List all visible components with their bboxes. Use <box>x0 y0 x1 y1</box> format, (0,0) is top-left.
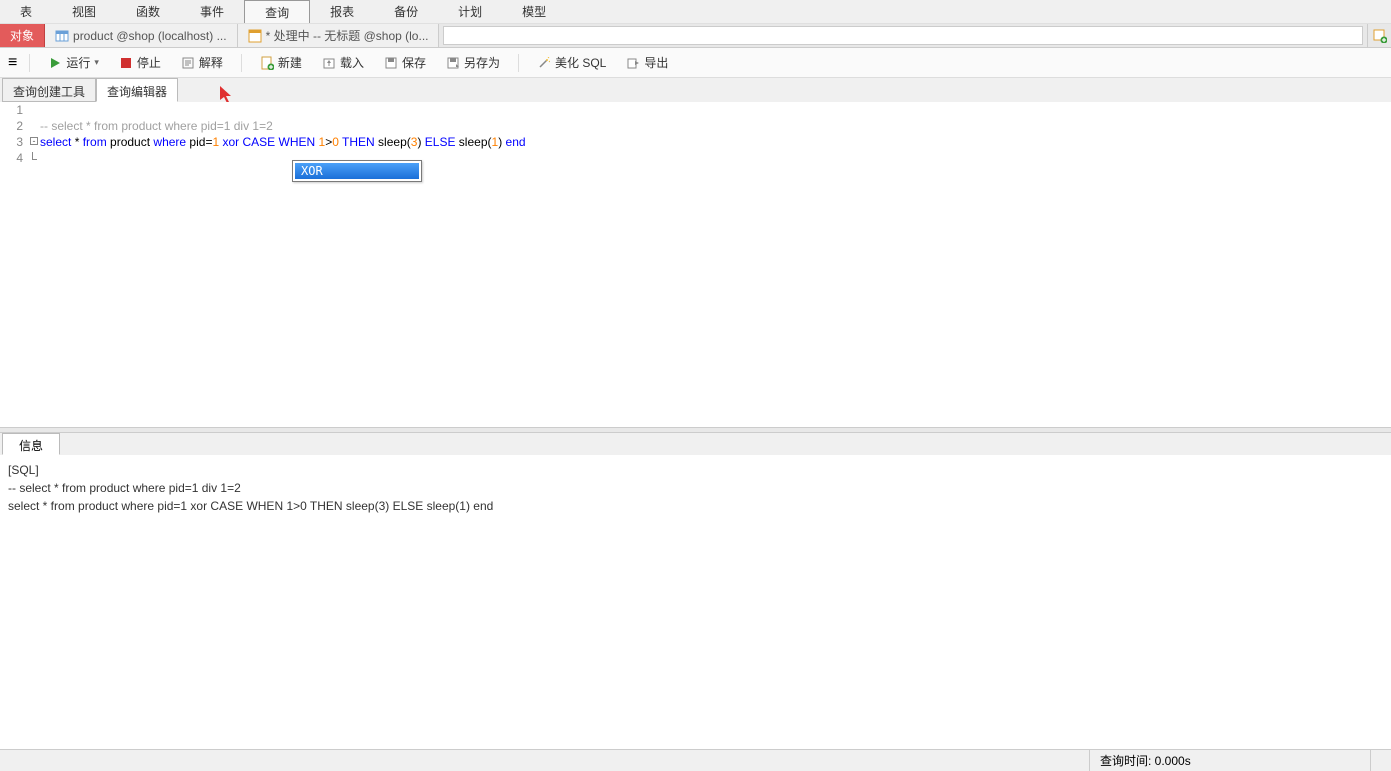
tab-product-label: product @shop (localhost) ... <box>73 29 227 43</box>
line-number: 2 <box>0 118 23 134</box>
tab-objects[interactable]: 对象 <box>0 24 45 47</box>
menu-item-query[interactable]: 查询 <box>244 0 310 23</box>
plus-icon <box>1373 29 1387 43</box>
save-as-label: 另存为 <box>464 54 500 71</box>
beautify-label: 美化 SQL <box>555 54 606 71</box>
tab-query-editor[interactable]: 查询编辑器 <box>96 78 178 102</box>
editor-tabs: 查询创建工具 查询编辑器 <box>0 78 1391 102</box>
code-line: -- select * from product where pid=1 div… <box>40 118 1391 134</box>
info-line: -- select * from product where pid=1 div… <box>8 479 1383 497</box>
info-line: select * from product where pid=1 xor CA… <box>8 497 1383 515</box>
code-line: select * from product where pid=1 xor CA… <box>40 134 1391 150</box>
tab-info[interactable]: 信息 <box>2 433 60 455</box>
main-menu-bar: 表 视图 函数 事件 查询 报表 备份 计划 模型 <box>0 0 1391 24</box>
line-gutter: 1 2 3 4 <box>0 102 30 427</box>
tab-product[interactable]: product @shop (localhost) ... <box>45 24 238 47</box>
stop-button[interactable]: 停止 <box>113 52 167 73</box>
save-button[interactable]: 保存 <box>378 52 432 73</box>
new-label: 新建 <box>278 54 302 71</box>
tab-untitled-label: * 处理中 -- 无标题 @shop (lo... <box>266 27 429 44</box>
tab-untitled-query[interactable]: * 处理中 -- 无标题 @shop (lo... <box>238 24 440 47</box>
stop-icon <box>119 56 133 70</box>
tab-query-builder[interactable]: 查询创建工具 <box>2 78 96 102</box>
code-content[interactable]: -- select * from product where pid=1 div… <box>38 102 1391 427</box>
info-panel: [SQL] -- select * from product where pid… <box>0 455 1391 749</box>
autocomplete-popup[interactable]: XOR <box>292 160 422 182</box>
table-icon <box>55 29 69 43</box>
hamburger-icon[interactable]: ≡ <box>8 54 17 72</box>
tab-objects-label: 对象 <box>10 27 34 44</box>
run-label: 运行 <box>66 54 90 71</box>
fold-toggle-icon[interactable]: - <box>30 137 38 145</box>
export-label: 导出 <box>644 54 668 71</box>
load-label: 载入 <box>340 54 364 71</box>
play-icon <box>48 56 62 70</box>
save-as-icon <box>446 56 460 70</box>
beautify-button[interactable]: 美化 SQL <box>531 52 612 73</box>
load-icon <box>322 56 336 70</box>
code-line <box>40 150 1391 166</box>
toolbar: ≡ 运行 ▾ 停止 解释 新建 载入 保存 另存为 美化 SQL 导出 <box>0 48 1391 78</box>
menu-item-schedule[interactable]: 计划 <box>438 0 502 23</box>
menu-item-model[interactable]: 模型 <box>502 0 566 23</box>
menu-item-function[interactable]: 函数 <box>116 0 180 23</box>
code-line <box>40 102 1391 118</box>
explain-label: 解释 <box>199 54 223 71</box>
explain-button[interactable]: 解释 <box>175 52 229 73</box>
toolbar-separator <box>29 54 30 72</box>
load-button[interactable]: 载入 <box>316 52 370 73</box>
menu-item-backup[interactable]: 备份 <box>374 0 438 23</box>
fold-end-icon <box>32 152 37 160</box>
save-as-button[interactable]: 另存为 <box>440 52 506 73</box>
address-bar[interactable] <box>443 26 1363 45</box>
save-label: 保存 <box>402 54 426 71</box>
status-bar: 查询时间: 0.000s <box>0 749 1391 771</box>
menu-item-table[interactable]: 表 <box>0 0 52 23</box>
toolbar-separator <box>241 54 242 72</box>
line-number: 1 <box>0 102 23 118</box>
toolbar-separator <box>518 54 519 72</box>
new-tab-button[interactable] <box>1367 24 1391 47</box>
autocomplete-item[interactable]: XOR <box>295 163 419 179</box>
menu-item-view[interactable]: 视图 <box>52 0 116 23</box>
stop-label: 停止 <box>137 54 161 71</box>
line-number: 4 <box>0 150 23 166</box>
new-button[interactable]: 新建 <box>254 52 308 73</box>
info-tabs: 信息 <box>0 433 1391 455</box>
query-icon <box>248 29 262 43</box>
line-number: 3 <box>0 134 23 150</box>
info-line: [SQL] <box>8 461 1383 479</box>
fold-column: - <box>30 102 38 427</box>
wand-icon <box>537 56 551 70</box>
menu-item-event[interactable]: 事件 <box>180 0 244 23</box>
save-icon <box>384 56 398 70</box>
status-empty-cell <box>1371 750 1391 771</box>
status-query-time: 查询时间: 0.000s <box>1090 750 1370 771</box>
export-icon <box>626 56 640 70</box>
new-icon <box>260 56 274 70</box>
export-button[interactable]: 导出 <box>620 52 674 73</box>
code-editor[interactable]: 1 2 3 4 - -- select * from product where… <box>0 102 1391 427</box>
dropdown-icon: ▾ <box>94 57 99 68</box>
run-button[interactable]: 运行 ▾ <box>42 52 105 73</box>
menu-item-report[interactable]: 报表 <box>310 0 374 23</box>
object-tabs-row: 对象 product @shop (localhost) ... * 处理中 -… <box>0 24 1391 48</box>
explain-icon <box>181 56 195 70</box>
